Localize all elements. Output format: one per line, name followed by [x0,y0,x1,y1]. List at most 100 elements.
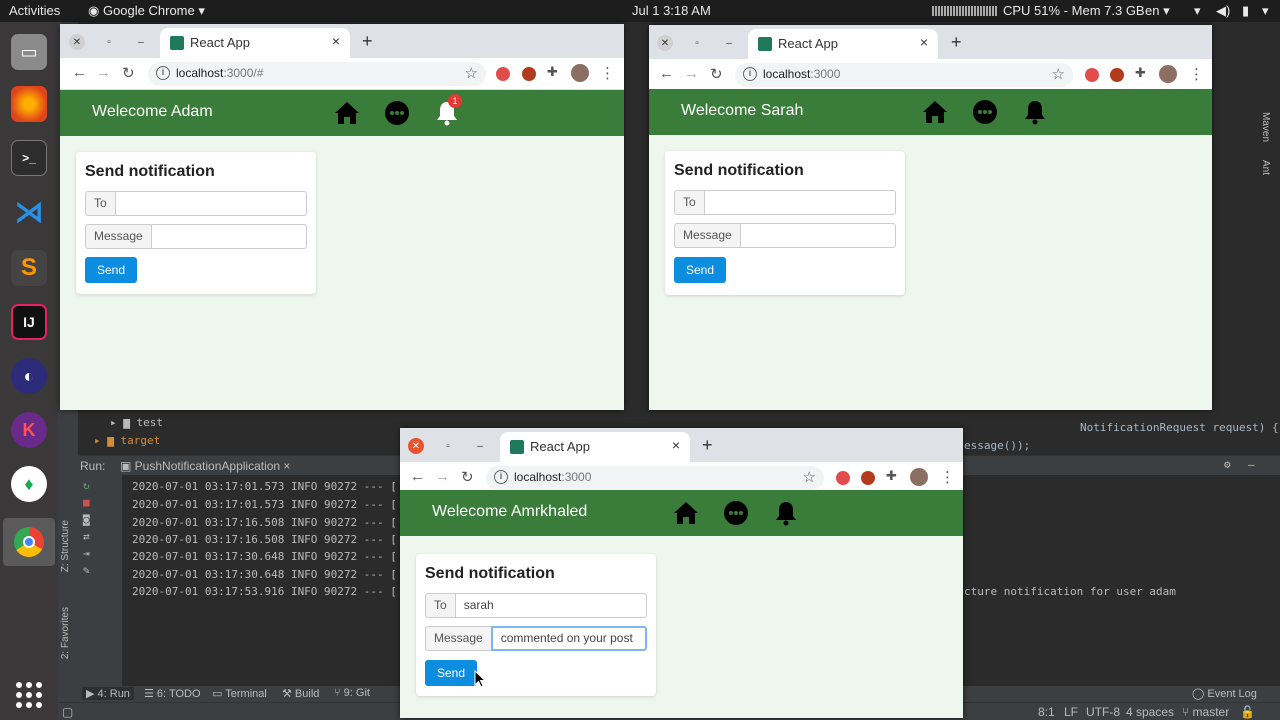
address-bar[interactable]: i localhost:3000 ☆ [735,63,1073,87]
hide-panel-icon[interactable]: — [1248,458,1255,471]
tab-react-app[interactable]: React App × [160,28,350,58]
minimize-window-icon[interactable]: – [472,438,488,454]
close-window-icon[interactable]: ✕ [69,34,85,50]
profile-avatar[interactable] [571,64,589,82]
back-icon[interactable]: ← [72,64,87,81]
chrome-menu-icon[interactable]: ⋮ [940,468,955,486]
close-tab-icon[interactable]: × [672,437,680,453]
volume-icon[interactable]: ◀) [1216,3,1230,19]
chrome-menu-icon[interactable]: ⋮ [1189,65,1204,83]
caret-position[interactable]: 8:1 [1038,705,1055,719]
ant-tool-tab[interactable]: Ant [1260,160,1271,175]
close-tab-icon[interactable]: × [920,34,928,50]
forward-icon[interactable]: → [435,468,450,485]
pin-icon[interactable]: ✎ [83,564,122,577]
tab-react-app[interactable]: React App × [748,29,938,59]
forward-icon[interactable]: → [684,65,699,82]
intellij-icon[interactable]: IJ [11,304,47,340]
brave-shield-icon[interactable] [1110,68,1124,82]
home-icon[interactable] [673,500,699,526]
power-menu-icon[interactable]: ▾ [1262,3,1269,19]
mongodb-compass-icon[interactable]: ♦ [11,466,47,502]
favorites-tool-tab[interactable]: 2: Favorites [60,607,71,659]
extension-icon[interactable] [1085,68,1099,82]
wifi-icon[interactable]: ▾ [1194,3,1201,19]
extension-icon[interactable] [496,67,510,81]
to-input[interactable]: sarah [454,593,647,618]
activities-button[interactable]: Activities [9,3,60,18]
message-input[interactable]: commented on your post [490,626,647,651]
chrome-menu-icon[interactable]: ⋮ [600,64,615,82]
show-applications-icon[interactable] [16,682,42,708]
tree-node-target[interactable]: ▸ ▆ target [94,434,160,447]
reload-icon[interactable]: ↻ [122,64,135,82]
notifications-bell-icon[interactable] [773,500,799,526]
brave-shield-icon[interactable] [861,471,875,485]
stop-icon[interactable]: ■ [83,496,122,509]
reload-icon[interactable]: ↻ [461,468,474,486]
address-bar[interactable]: i localhost:3000/# ☆ [148,62,486,86]
site-info-icon[interactable]: i [494,470,508,484]
home-icon[interactable] [922,99,948,125]
language-indicator[interactable]: en ▾ [1145,3,1170,19]
new-tab-icon[interactable]: + [951,32,962,53]
indent-setting[interactable]: 4 spaces [1126,705,1174,719]
layout-icon[interactable]: ▢ [62,705,73,719]
messages-icon[interactable] [972,99,998,125]
tab-react-app[interactable]: React App × [500,432,690,462]
lock-icon[interactable]: 🔓 [1240,705,1255,719]
terminal-tool-button[interactable]: ▭ Terminal [212,687,267,700]
message-input[interactable] [739,223,896,248]
forward-icon[interactable]: → [96,64,111,81]
restore-layout-icon[interactable]: ⇄ [83,530,122,543]
extensions-puzzle-icon[interactable]: ✚ [1135,65,1146,81]
system-monitor[interactable]: CPU 51% - Mem 7.3 GB [1003,3,1145,18]
profile-avatar[interactable] [1159,65,1177,83]
minimize-window-icon[interactable]: – [133,34,149,50]
back-icon[interactable]: ← [410,468,425,485]
clock[interactable]: Jul 1 3:18 AM [632,3,711,18]
to-input[interactable] [114,191,307,216]
app-menu[interactable]: ◉ Google Chrome ▾ [88,3,205,19]
tree-node-test[interactable]: ▸ ▆ test [110,416,163,429]
exit-icon[interactable]: ⇥ [83,547,122,560]
site-info-icon[interactable]: i [743,67,757,81]
send-button[interactable]: Send [425,660,477,686]
build-tool-button[interactable]: ⚒ Build [282,687,319,700]
line-separator[interactable]: LF [1064,705,1078,719]
address-bar[interactable]: i localhost:3000 ☆ [486,466,824,490]
structure-tool-tab[interactable]: Z: Structure [60,520,71,572]
site-info-icon[interactable]: i [156,66,170,80]
rerun-icon[interactable]: ↻ [83,479,122,492]
extension-icon[interactable] [836,471,850,485]
new-tab-icon[interactable]: + [702,435,713,456]
todo-tool-button[interactable]: ☰ 6: TODO [144,687,201,700]
run-tool-button[interactable]: ▶ 4: Run [82,687,134,700]
camera-icon[interactable]: ◙ [83,513,122,526]
back-icon[interactable]: ← [659,65,674,82]
kotlin-icon[interactable]: K [11,412,47,448]
maximize-window-icon[interactable]: ▫ [440,438,456,454]
bookmark-star-icon[interactable]: ☆ [465,64,478,82]
git-tool-button[interactable]: ⑂ 9: Git [334,687,370,699]
profile-avatar[interactable] [910,468,928,486]
event-log-button[interactable]: ◯ Event Log [1192,687,1257,700]
messages-icon[interactable] [723,500,749,526]
maximize-window-icon[interactable]: ▫ [101,34,117,50]
sublime-icon[interactable]: S [11,250,47,286]
extensions-puzzle-icon[interactable]: ✚ [886,468,897,484]
git-branch[interactable]: ⑂ master [1182,705,1229,719]
send-button[interactable]: Send [85,257,137,283]
file-encoding[interactable]: UTF-8 [1086,705,1120,719]
send-button[interactable]: Send [674,257,726,283]
terminal-icon[interactable]: >_ [11,140,47,176]
bookmark-star-icon[interactable]: ☆ [1052,65,1065,83]
new-tab-icon[interactable]: + [362,31,373,52]
extensions-puzzle-icon[interactable]: ✚ [547,64,558,80]
files-icon[interactable]: ▭ [11,34,47,70]
close-tab-icon[interactable]: × [332,33,340,49]
maximize-window-icon[interactable]: ▫ [689,35,705,51]
brave-shield-icon[interactable] [522,67,536,81]
reload-icon[interactable]: ↻ [710,65,723,83]
home-icon[interactable] [334,100,360,126]
